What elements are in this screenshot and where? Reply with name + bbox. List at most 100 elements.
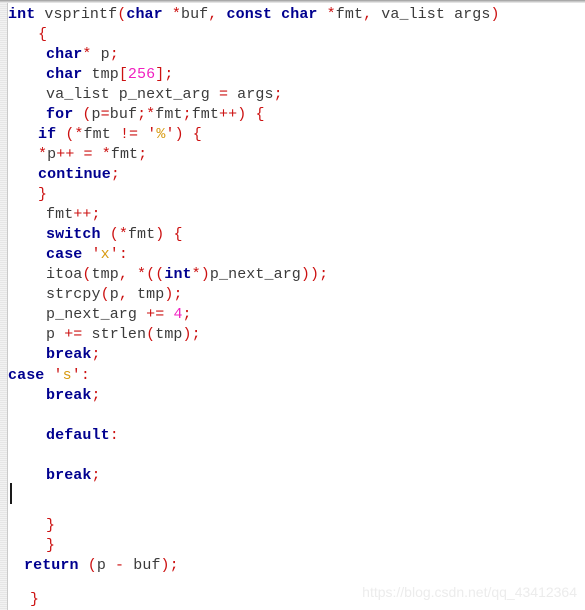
code-token-punc: ) — [237, 106, 247, 123]
code-line[interactable]: continue; — [8, 165, 120, 185]
code-token-punc: ' — [109, 246, 119, 263]
code-line[interactable]: case 's': — [8, 366, 90, 386]
code-token-punc: * — [118, 226, 128, 243]
code-line[interactable]: { — [8, 25, 47, 45]
code-token-punc: ; — [273, 86, 283, 103]
code-line[interactable]: p_next_arg += 4; — [8, 305, 192, 325]
code-token-kw: if — [38, 126, 57, 143]
code-line[interactable]: break; — [8, 386, 101, 406]
code-token-punc: = — [83, 146, 93, 163]
code-token-punc: , — [363, 6, 373, 23]
code-token-punc: ; — [109, 46, 119, 63]
code-token-punc: ; — [91, 206, 101, 223]
code-token-id: vsprintf — [35, 6, 118, 23]
code-token-punc: ; — [164, 66, 174, 83]
code-token-kw: break — [46, 387, 92, 404]
code-line[interactable]: va_list p_next_arg = args; — [8, 85, 283, 105]
code-line[interactable]: } — [8, 590, 39, 610]
code-token-punc: ) — [200, 266, 210, 283]
code-line[interactable]: if (*fmt != '%') { — [8, 125, 202, 145]
code-token-id: strcpy — [46, 286, 101, 303]
code-token-punc: } — [46, 537, 56, 554]
code-line[interactable]: *p++ = *fmt; — [8, 145, 147, 165]
code-token-punc: ' — [91, 246, 101, 263]
code-token-id — [163, 6, 172, 23]
code-token-punc: * — [74, 126, 84, 143]
code-line[interactable]: case 'x': — [8, 245, 128, 265]
code-token-id: fmt — [335, 6, 364, 23]
code-token-punc: , — [118, 286, 128, 303]
code-line[interactable]: fmt++; — [8, 205, 101, 225]
code-token-punc: += — [146, 306, 165, 323]
code-token-id: fmt — [127, 226, 156, 243]
code-line[interactable]: break; — [8, 466, 101, 486]
code-token-punc: * — [38, 146, 48, 163]
code-token-punc: } — [38, 186, 48, 203]
code-token-punc: ( — [100, 286, 110, 303]
code-text-area[interactable]: int vsprintf(char *buf, const char *fmt,… — [8, 3, 585, 610]
code-token-punc: ( — [82, 106, 92, 123]
code-token-punc: { — [255, 106, 265, 123]
code-token-punc: ) — [174, 126, 184, 143]
code-token-id — [318, 6, 327, 23]
code-line[interactable]: strcpy(p, tmp); — [8, 285, 183, 305]
code-token-id: tmp — [127, 286, 165, 303]
code-token-punc: { — [192, 126, 202, 143]
code-token-id: tmp — [155, 326, 183, 343]
code-line[interactable]: int vsprintf(char *buf, const char *fmt,… — [8, 5, 500, 25]
code-token-punc: ; — [319, 266, 329, 283]
code-token-id — [101, 226, 110, 243]
code-token-punc: ' — [165, 126, 175, 143]
code-token-id: p — [96, 557, 116, 574]
code-token-punc: , — [118, 266, 128, 283]
code-line[interactable]: } — [8, 185, 47, 205]
code-token-kw: char — [46, 66, 83, 83]
code-line[interactable]: } — [8, 536, 55, 556]
code-token-punc: * — [171, 6, 181, 23]
code-token-id: itoa — [46, 266, 83, 283]
code-token-kw: char — [46, 46, 83, 63]
code-token-id — [44, 367, 53, 384]
code-token-punc: ++ — [219, 106, 238, 123]
code-token-id — [272, 6, 281, 23]
code-token-id — [82, 246, 91, 263]
code-token-punc: )) — [300, 266, 320, 283]
code-token-punc: * — [191, 266, 201, 283]
code-token-id: buf — [180, 6, 209, 23]
code-token-punc: (( — [146, 266, 165, 283]
code-token-kw: int — [164, 266, 192, 283]
code-line[interactable]: return (p - buf); — [8, 556, 179, 576]
code-token-kw: continue — [38, 166, 111, 183]
code-token-punc: ( — [117, 6, 127, 23]
text-caret — [10, 483, 12, 504]
code-line[interactable]: char* p; — [8, 45, 119, 65]
code-token-punc: ; — [91, 467, 101, 484]
code-token-id: fmt — [155, 106, 183, 123]
code-token-id: p — [46, 326, 65, 343]
code-line[interactable]: } — [8, 516, 55, 536]
code-token-punc: ' — [147, 126, 157, 143]
code-line[interactable]: itoa(tmp, *((int*)p_next_arg)); — [8, 265, 328, 285]
code-token-punc: ; — [91, 346, 101, 363]
code-token-id: strlen — [82, 326, 147, 343]
code-token-kw: switch — [46, 226, 101, 243]
code-line[interactable]: for (p=buf;*fmt;fmt++) { — [8, 105, 265, 125]
code-token-punc: ; — [91, 387, 101, 404]
code-token-kw: break — [46, 346, 92, 363]
code-line[interactable]: switch (*fmt) { — [8, 225, 183, 245]
code-token-punc: { — [173, 226, 183, 243]
code-line[interactable]: break; — [8, 345, 101, 365]
code-token-id: va_list p_next_arg — [46, 86, 219, 103]
code-token-id: fmt — [83, 126, 120, 143]
code-line[interactable]: char tmp[256]; — [8, 65, 173, 85]
code-token-kw: case — [46, 246, 83, 263]
code-token-punc: ' — [71, 367, 81, 384]
code-token-punc: ; — [182, 306, 192, 323]
code-line[interactable]: default: — [8, 426, 119, 446]
code-token-punc: ++ — [56, 146, 75, 163]
code-token-punc: ) — [155, 226, 165, 243]
code-line[interactable]: p += strlen(tmp); — [8, 325, 201, 345]
code-token-kw: const — [226, 6, 273, 23]
code-token-kw: break — [46, 467, 92, 484]
code-token-punc: * — [82, 46, 92, 63]
